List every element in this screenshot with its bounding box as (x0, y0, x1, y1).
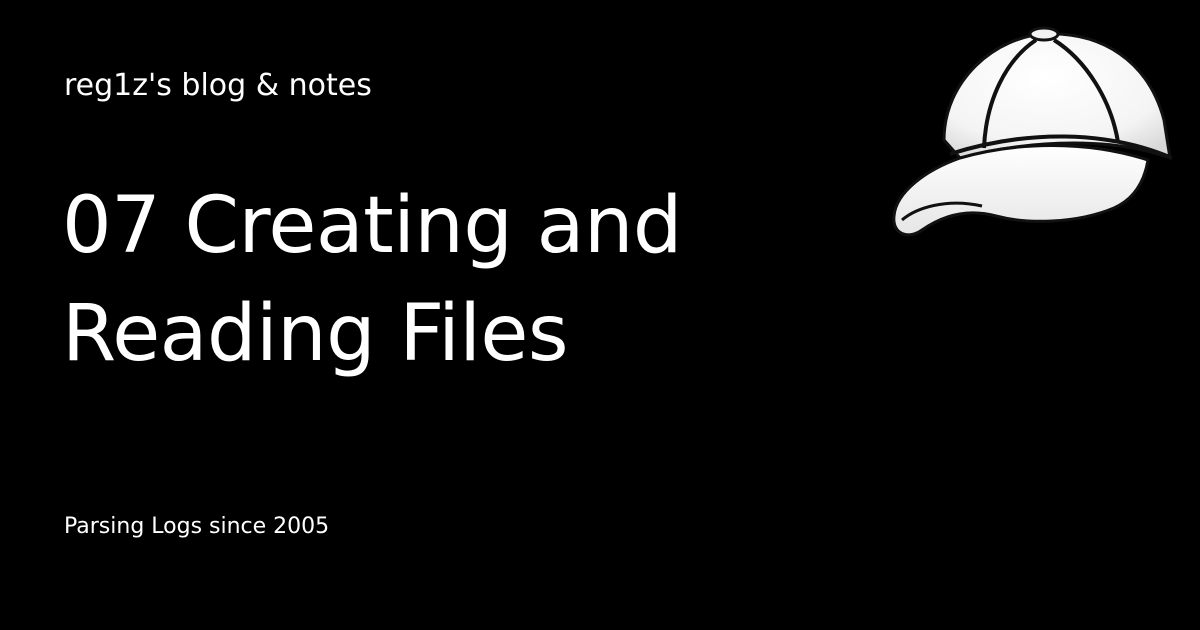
post-title: 07 Creating and Reading Files (62, 181, 682, 379)
site-name: reg1z's blog & notes (64, 68, 372, 103)
baseball-cap-icon (892, 26, 1173, 237)
site-tagline: Parsing Logs since 2005 (64, 514, 330, 539)
og-card: reg1z's blog & notes 07 Creating and Rea… (0, 0, 1200, 630)
